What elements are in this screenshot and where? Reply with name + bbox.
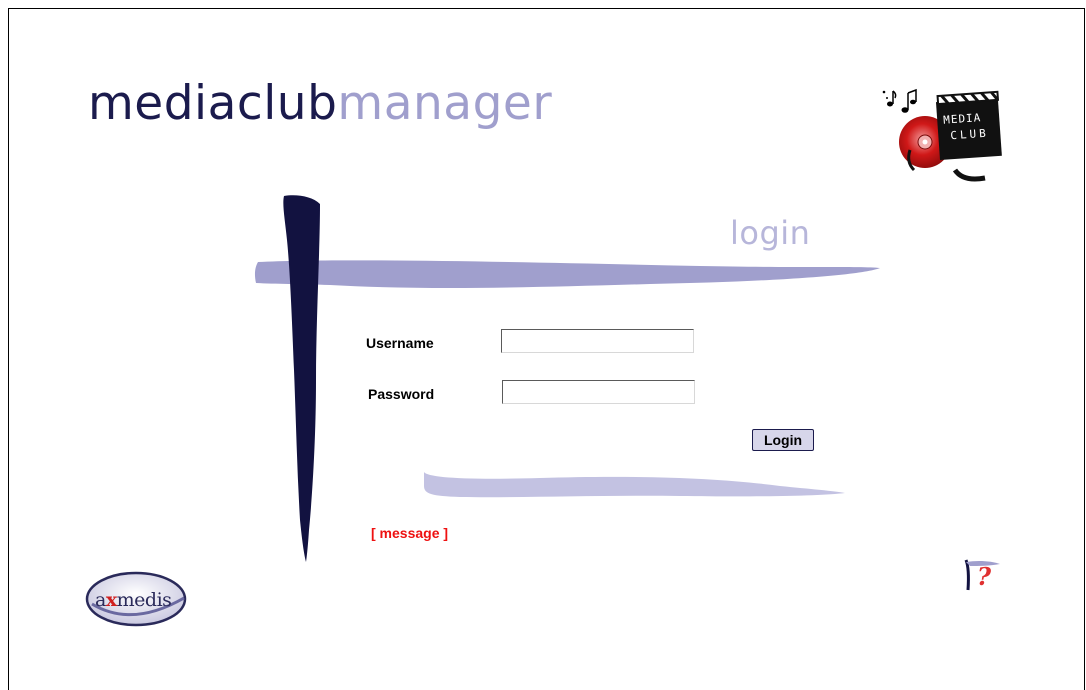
brush-stroke-top [254,260,881,288]
login-heading: login [730,214,811,252]
axmedis-logo-text[interactable]: axmedis [95,589,172,611]
username-field[interactable] [501,329,694,353]
brush-stroke-vertical [283,195,320,563]
axmedis-text-medis: medis [116,589,172,611]
axmedis-text-x: x [105,589,117,611]
username-label: Username [366,335,434,351]
music-notes-icon [882,88,917,113]
media-club-logo-text-2: CLUB [950,127,989,143]
media-club-logo-text-1: MEDIA [943,111,982,127]
password-field[interactable] [502,380,695,404]
login-button[interactable]: Login [752,429,814,451]
status-message: [ message ] [371,525,449,541]
help-icon[interactable]: ? [977,562,991,591]
media-club-logo-icon: MEDIA CLUB [882,88,1002,182]
brush-stroke-bottom [424,472,845,498]
axmedis-text-a: a [95,589,106,611]
password-label: Password [368,386,435,402]
